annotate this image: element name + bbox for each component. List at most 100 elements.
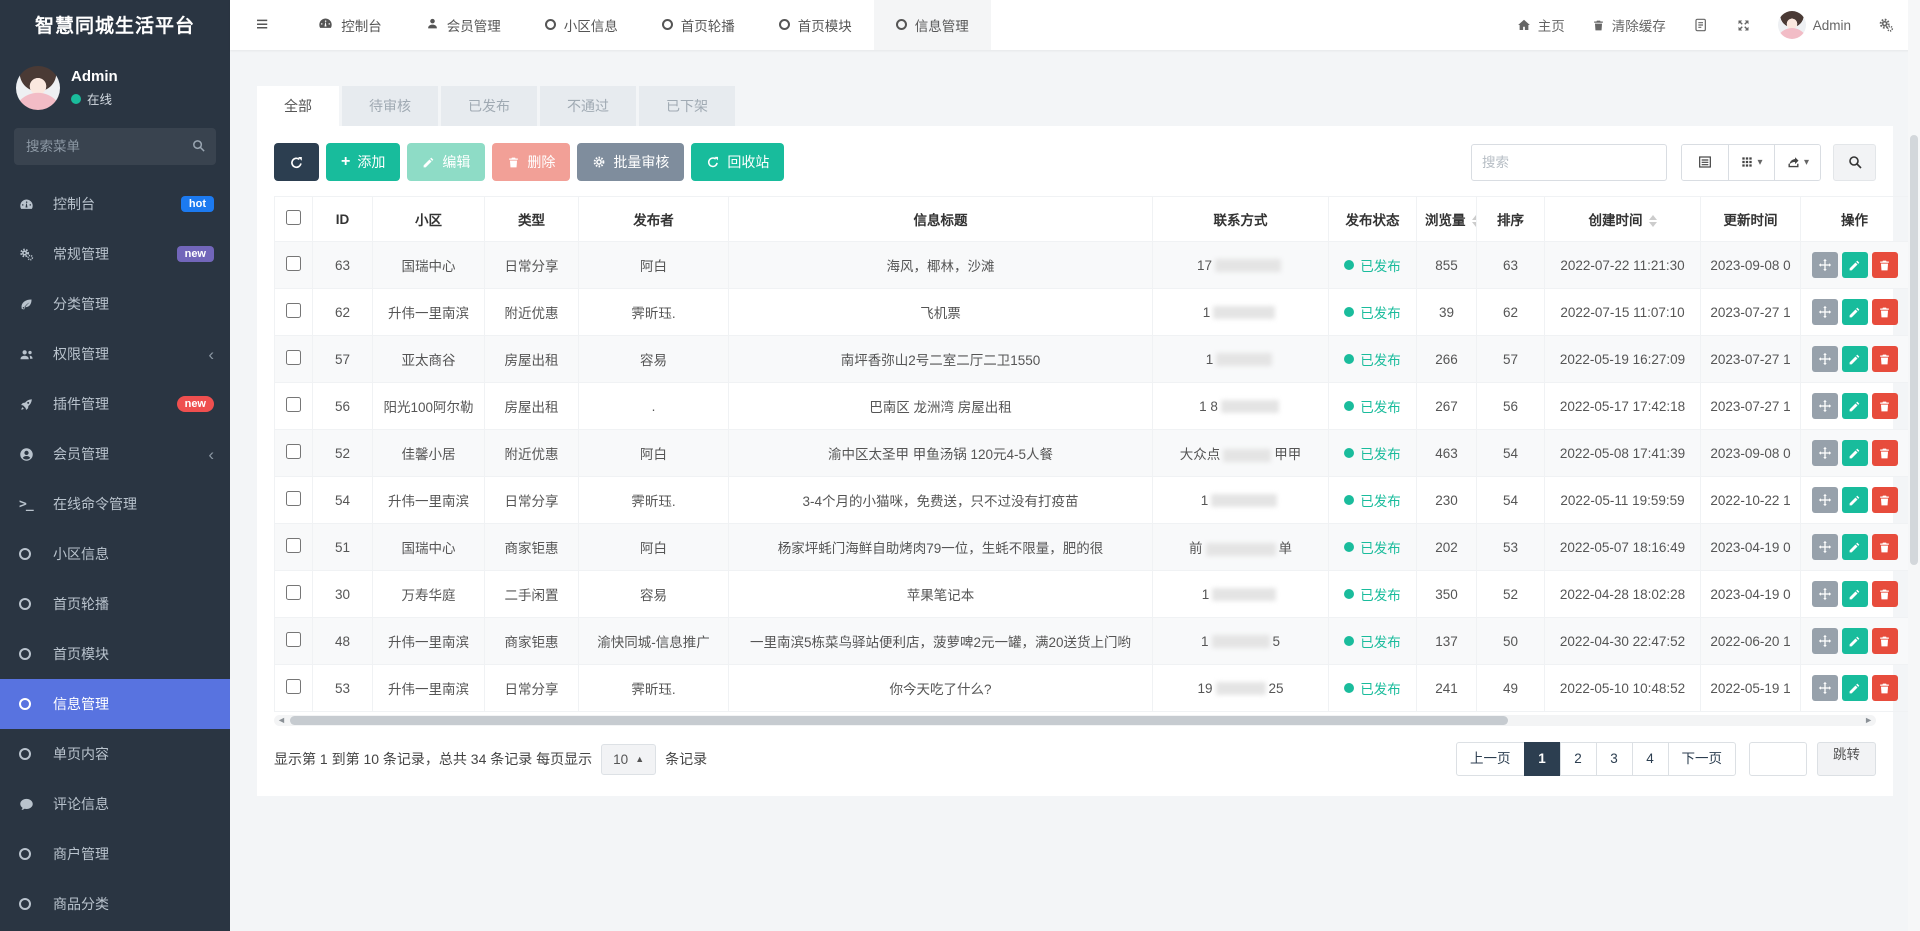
row-edit-button[interactable] <box>1841 534 1868 561</box>
table-search-input[interactable] <box>1471 143 1667 181</box>
column-header[interactable]: 浏览量 <box>1416 196 1477 242</box>
row-checkbox[interactable] <box>286 632 301 647</box>
row-checkbox[interactable] <box>286 679 301 694</box>
topnav-item-4[interactable]: 首页模块 <box>757 0 874 50</box>
sidebar-item-7[interactable]: 小区信息 <box>0 529 230 579</box>
row-checkbox[interactable] <box>286 585 301 600</box>
sidebar-item-9[interactable]: 首页模块 <box>0 629 230 679</box>
row-delete-button[interactable] <box>1871 299 1898 326</box>
row-edit-button[interactable] <box>1841 299 1868 326</box>
row-delete-button[interactable] <box>1871 628 1898 655</box>
search-submit-button[interactable] <box>1833 143 1876 181</box>
page-button-1[interactable]: 1 <box>1523 742 1561 776</box>
topnav-item-1[interactable]: 会员管理 <box>404 0 523 50</box>
horizontal-scrollbar[interactable]: ◄ ► <box>274 715 1876 726</box>
column-header[interactable]: 创建时间 <box>1544 196 1701 242</box>
sidebar-item-0[interactable]: 控制台 hot <box>0 179 230 229</box>
clear-cache-link[interactable]: 清除缓存 <box>1592 15 1666 35</box>
row-checkbox[interactable] <box>286 397 301 412</box>
row-delete-button[interactable] <box>1871 252 1898 279</box>
row-edit-button[interactable] <box>1841 628 1868 655</box>
sidebar-item-1[interactable]: 常规管理 new <box>0 229 230 279</box>
row-delete-button[interactable] <box>1871 581 1898 608</box>
row-delete-button[interactable] <box>1871 487 1898 514</box>
refresh-button[interactable] <box>274 143 319 181</box>
jump-button[interactable]: 跳转 <box>1817 742 1876 776</box>
sidebar-item-8[interactable]: 首页轮播 <box>0 579 230 629</box>
topnav-item-3[interactable]: 首页轮播 <box>640 0 757 50</box>
row-checkbox[interactable] <box>286 303 301 318</box>
sidebar-item-13[interactable]: 商户管理 <box>0 829 230 879</box>
page-scrollbar-thumb[interactable] <box>1910 135 1918 565</box>
row-checkbox[interactable] <box>286 491 301 506</box>
row-move-button[interactable] <box>1811 533 1838 560</box>
row-delete-button[interactable] <box>1871 393 1898 420</box>
tab-1[interactable]: 待审核 <box>342 86 438 126</box>
recycle-bin-button[interactable]: 回收站 <box>691 143 785 181</box>
row-move-button[interactable] <box>1811 345 1838 372</box>
horizontal-scrollbar-thumb[interactable] <box>290 716 1508 725</box>
menu-toggle-icon[interactable]: ≡ <box>256 13 268 37</box>
topbar-user[interactable]: Admin <box>1777 11 1851 39</box>
row-edit-button[interactable] <box>1841 346 1868 373</box>
file-icon-button[interactable] <box>1693 17 1709 33</box>
detail-view-button[interactable] <box>1682 144 1728 180</box>
sidebar-item-11[interactable]: 单页内容 <box>0 729 230 779</box>
page-size-select[interactable]: 10 ▲ <box>601 743 657 775</box>
prev-page-button[interactable]: 上一页 <box>1456 742 1525 776</box>
sidebar-item-5[interactable]: 会员管理 ‹ <box>0 429 230 479</box>
row-checkbox[interactable] <box>286 444 301 459</box>
row-delete-button[interactable] <box>1871 675 1898 702</box>
scroll-left-icon[interactable]: ◄ <box>277 715 286 726</box>
row-move-button[interactable] <box>1811 674 1838 701</box>
row-move-button[interactable] <box>1811 486 1838 513</box>
page-scrollbar[interactable] <box>1908 0 1920 931</box>
select-all-checkbox[interactable] <box>286 210 301 225</box>
scroll-right-icon[interactable]: ► <box>1864 715 1873 726</box>
row-edit-button[interactable] <box>1841 675 1868 702</box>
export-button[interactable]: ▾ <box>1774 144 1820 180</box>
topnav-item-5[interactable]: 信息管理 <box>873 0 991 50</box>
row-edit-button[interactable] <box>1841 440 1868 467</box>
sidebar-item-3[interactable]: 权限管理 ‹ <box>0 329 230 379</box>
row-move-button[interactable] <box>1811 580 1838 607</box>
row-delete-button[interactable] <box>1871 440 1898 467</box>
row-move-button[interactable] <box>1811 439 1838 466</box>
fullscreen-button[interactable] <box>1736 18 1751 33</box>
columns-button[interactable]: ▾ <box>1728 144 1774 180</box>
row-move-button[interactable] <box>1811 298 1838 325</box>
delete-button[interactable]: 删除 <box>492 143 571 181</box>
row-edit-button[interactable] <box>1841 487 1868 514</box>
edit-button[interactable]: 编辑 <box>407 143 486 181</box>
sidebar-item-6[interactable]: >_ 在线命令管理 <box>0 479 230 529</box>
row-move-button[interactable] <box>1811 251 1838 278</box>
tab-4[interactable]: 已下架 <box>639 86 735 126</box>
page-button-2[interactable]: 2 <box>1559 742 1597 776</box>
row-edit-button[interactable] <box>1841 581 1868 608</box>
sidebar-item-14[interactable]: 商品分类 <box>0 879 230 929</box>
tab-3[interactable]: 不通过 <box>540 86 636 126</box>
row-edit-button[interactable] <box>1841 252 1868 279</box>
jump-page-input[interactable] <box>1749 742 1807 776</box>
home-link[interactable]: 主页 <box>1517 15 1565 35</box>
row-delete-button[interactable] <box>1871 534 1898 561</box>
tab-0[interactable]: 全部 <box>257 86 339 126</box>
row-edit-button[interactable] <box>1841 393 1868 420</box>
tab-2[interactable]: 已发布 <box>441 86 537 126</box>
sidebar-item-10[interactable]: 信息管理 <box>0 679 230 729</box>
menu-search-input[interactable] <box>14 128 216 165</box>
settings-button[interactable] <box>1878 17 1894 33</box>
topnav-item-2[interactable]: 小区信息 <box>523 0 640 50</box>
row-move-button[interactable] <box>1811 392 1838 419</box>
avatar[interactable] <box>16 66 60 110</box>
batch-audit-button[interactable]: 批量审核 <box>577 143 685 181</box>
row-delete-button[interactable] <box>1871 346 1898 373</box>
page-button-3[interactable]: 3 <box>1595 742 1633 776</box>
sidebar-item-4[interactable]: 插件管理 new <box>0 379 230 429</box>
row-checkbox[interactable] <box>286 350 301 365</box>
row-move-button[interactable] <box>1811 627 1838 654</box>
row-checkbox[interactable] <box>286 256 301 271</box>
page-button-4[interactable]: 4 <box>1631 742 1669 776</box>
sidebar-item-12[interactable]: 评论信息 <box>0 779 230 829</box>
next-page-button[interactable]: 下一页 <box>1667 742 1736 776</box>
